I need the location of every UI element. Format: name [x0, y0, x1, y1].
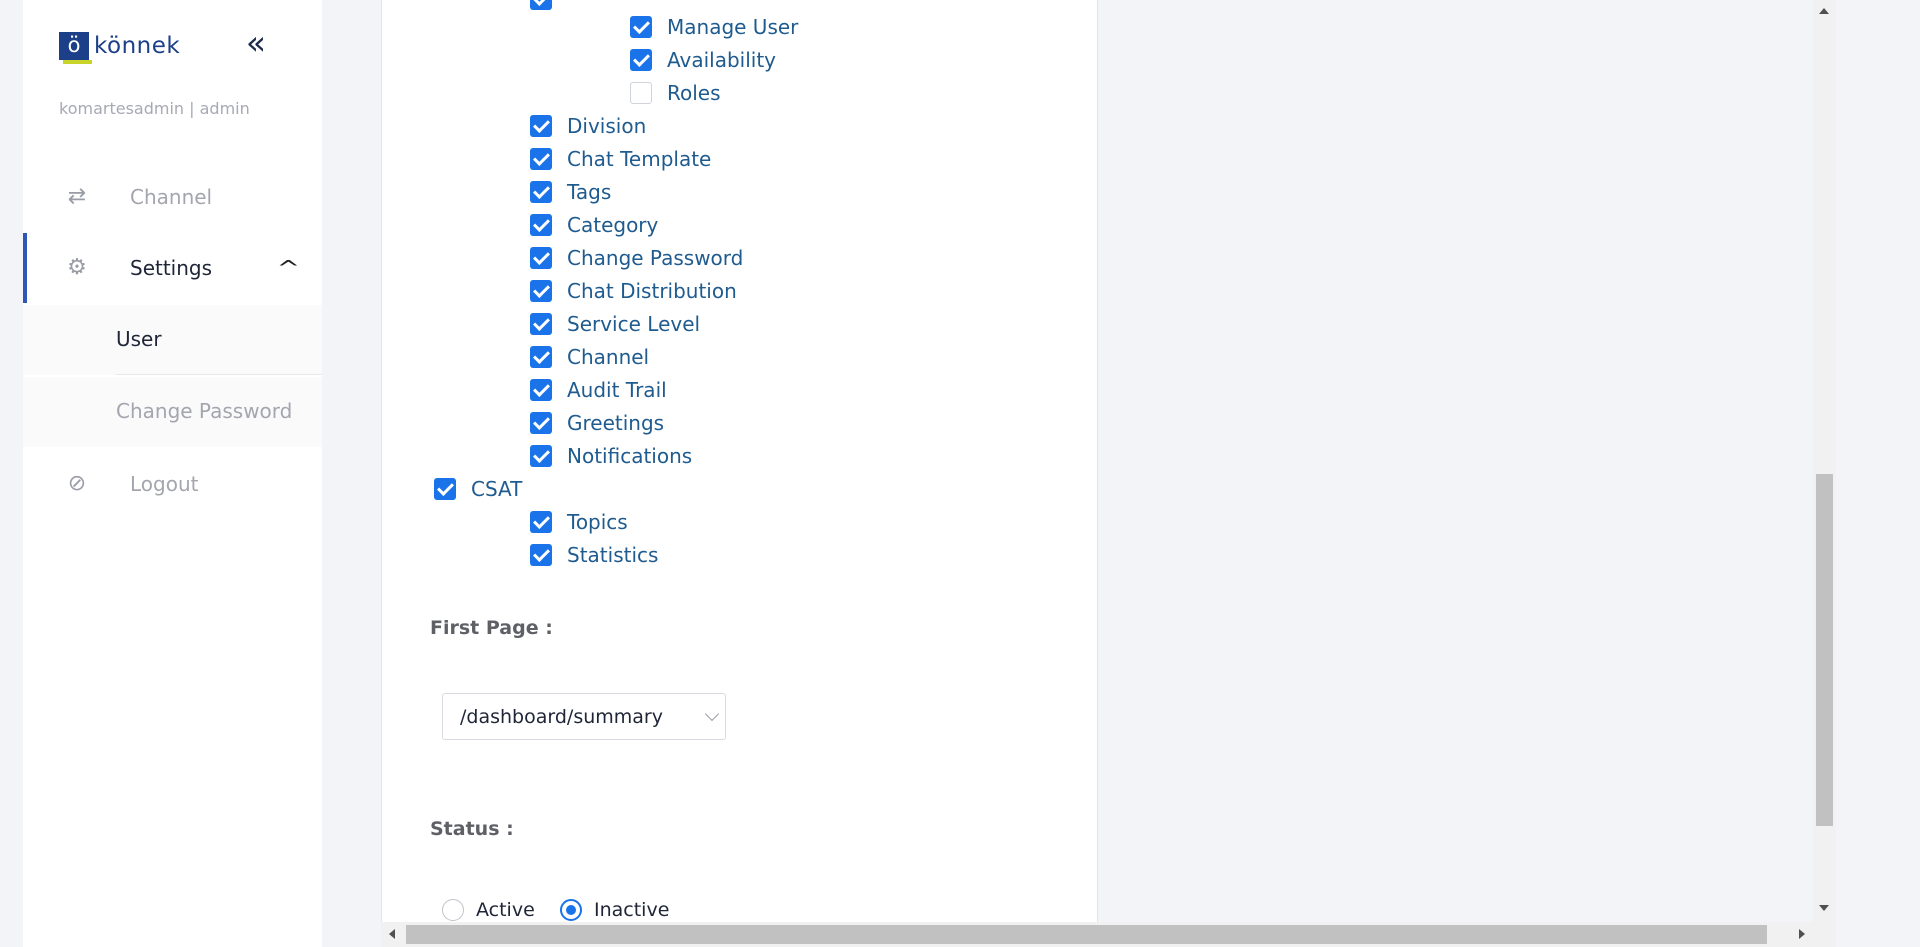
- checkbox[interactable]: [530, 214, 552, 236]
- first-page-select[interactable]: /dashboard/summary: [442, 693, 726, 740]
- app-logo[interactable]: ö könnek: [59, 32, 181, 64]
- scroll-thumb[interactable]: [1816, 474, 1833, 826]
- permission-chat-template[interactable]: Chat Template: [530, 146, 711, 172]
- permission-label: Chat Template: [567, 147, 712, 171]
- sidebar-item-settings[interactable]: ⚙ Settings ^: [23, 233, 322, 303]
- scroll-down-icon[interactable]: [1819, 905, 1829, 911]
- sidebar-item-label: Settings: [130, 256, 213, 280]
- horizontal-scrollbar[interactable]: [381, 922, 1836, 947]
- checkbox[interactable]: [530, 280, 552, 302]
- permission-label: Notifications: [567, 444, 693, 468]
- permission-availability[interactable]: Availability: [630, 47, 776, 73]
- permission-change-password[interactable]: Change Password: [530, 245, 743, 271]
- permission-greetings[interactable]: Greetings: [530, 410, 664, 436]
- user-info: komartesadmin | admin: [59, 99, 250, 118]
- radio-label: Inactive: [594, 899, 670, 921]
- permission-division[interactable]: Division: [530, 113, 646, 139]
- checkbox[interactable]: [630, 82, 652, 104]
- permission-statistics[interactable]: Statistics: [530, 542, 658, 568]
- scroll-right-icon[interactable]: [1799, 929, 1805, 939]
- permission-label: Topics: [567, 510, 628, 534]
- logout-icon: ⊘: [67, 471, 87, 496]
- permission-roles[interactable]: Roles: [630, 80, 721, 106]
- collapse-sidebar-icon[interactable]: «: [241, 26, 271, 62]
- permission-label: Statistics: [567, 543, 659, 567]
- permission-notifications[interactable]: Notifications: [530, 443, 692, 469]
- vertical-scrollbar[interactable]: [1813, 0, 1836, 922]
- permission-tags[interactable]: Tags: [530, 179, 611, 205]
- sidebar-subitem-label: User: [116, 327, 162, 351]
- first-page-label: First Page :: [430, 617, 553, 639]
- sidebar-item-label: Logout: [130, 472, 199, 496]
- permission-label: Availability: [667, 48, 777, 72]
- permission-label: Audit Trail: [567, 378, 667, 402]
- permission-label: CSAT: [471, 477, 523, 501]
- status-active-option[interactable]: Active: [442, 899, 535, 921]
- scroll-left-icon[interactable]: [389, 929, 395, 939]
- radio-active[interactable]: [442, 899, 464, 921]
- checkbox[interactable]: [530, 445, 552, 467]
- logo-mark: ö: [59, 32, 92, 64]
- gear-icon: ⚙: [67, 255, 87, 280]
- checkbox[interactable]: [530, 511, 552, 533]
- permission-chat-distribution[interactable]: Chat Distribution: [530, 278, 737, 304]
- status-label: Status :: [430, 818, 514, 840]
- checkbox[interactable]: [530, 313, 552, 335]
- permission-audit-trail[interactable]: Audit Trail: [530, 377, 667, 403]
- permission-label: Channel: [567, 345, 650, 369]
- permission-label: Category: [567, 213, 659, 237]
- checkbox[interactable]: [530, 181, 552, 203]
- radio-inactive[interactable]: [560, 899, 582, 921]
- checkbox[interactable]: [530, 544, 552, 566]
- radio-label: Active: [476, 899, 535, 921]
- logo-text: könnek: [94, 33, 181, 59]
- role-form-card: Manage User Availability Roles Division …: [381, 0, 1098, 922]
- permission-label: Tags: [567, 180, 612, 204]
- checkbox[interactable]: [530, 247, 552, 269]
- sidebar-subitem-label: Change Password: [116, 399, 293, 423]
- sidebar: ö könnek « komartesadmin | admin ⇄ Chann…: [23, 0, 322, 947]
- checkbox[interactable]: [530, 148, 552, 170]
- permission-manage-user[interactable]: Manage User: [630, 14, 798, 40]
- checkbox[interactable]: [530, 115, 552, 137]
- scroll-up-icon[interactable]: [1819, 8, 1829, 14]
- sidebar-subitem-change-password[interactable]: Change Password: [23, 377, 322, 447]
- checkbox[interactable]: [630, 16, 652, 38]
- permission-service-level[interactable]: Service Level: [530, 311, 700, 337]
- permission-label: Division: [567, 114, 647, 138]
- first-page-select-value: /dashboard/summary: [460, 706, 663, 728]
- permission-label: Manage User: [667, 15, 799, 39]
- permission-label: Service Level: [567, 312, 701, 336]
- permission-category[interactable]: Category: [530, 212, 658, 238]
- permission-label: Roles: [667, 81, 721, 105]
- status-inactive-option[interactable]: Inactive: [560, 899, 669, 921]
- permission-channel[interactable]: Channel: [530, 344, 649, 370]
- permission-topics[interactable]: Topics: [530, 509, 628, 535]
- sidebar-item-channel[interactable]: ⇄ Channel: [23, 162, 322, 232]
- sidebar-subitem-user[interactable]: User: [23, 305, 322, 375]
- checkbox[interactable]: [530, 379, 552, 401]
- checkbox[interactable]: [530, 0, 552, 10]
- checkbox[interactable]: [530, 412, 552, 434]
- permission-label: Chat Distribution: [567, 279, 737, 303]
- permission-csat[interactable]: CSAT: [434, 476, 522, 502]
- chevron-down-icon: [704, 706, 720, 722]
- checkbox[interactable]: [434, 478, 456, 500]
- checkbox[interactable]: [630, 49, 652, 71]
- chevron-up-icon: ^: [276, 256, 301, 280]
- sidebar-item-logout[interactable]: ⊘ Logout: [23, 449, 322, 519]
- swap-arrows-icon: ⇄: [67, 184, 87, 209]
- checkbox[interactable]: [530, 346, 552, 368]
- scroll-thumb[interactable]: [406, 925, 1767, 944]
- permission-label: Change Password: [567, 246, 744, 270]
- sidebar-item-label: Channel: [130, 185, 213, 209]
- permission-user[interactable]: [530, 0, 552, 12]
- permission-label: Greetings: [567, 411, 665, 435]
